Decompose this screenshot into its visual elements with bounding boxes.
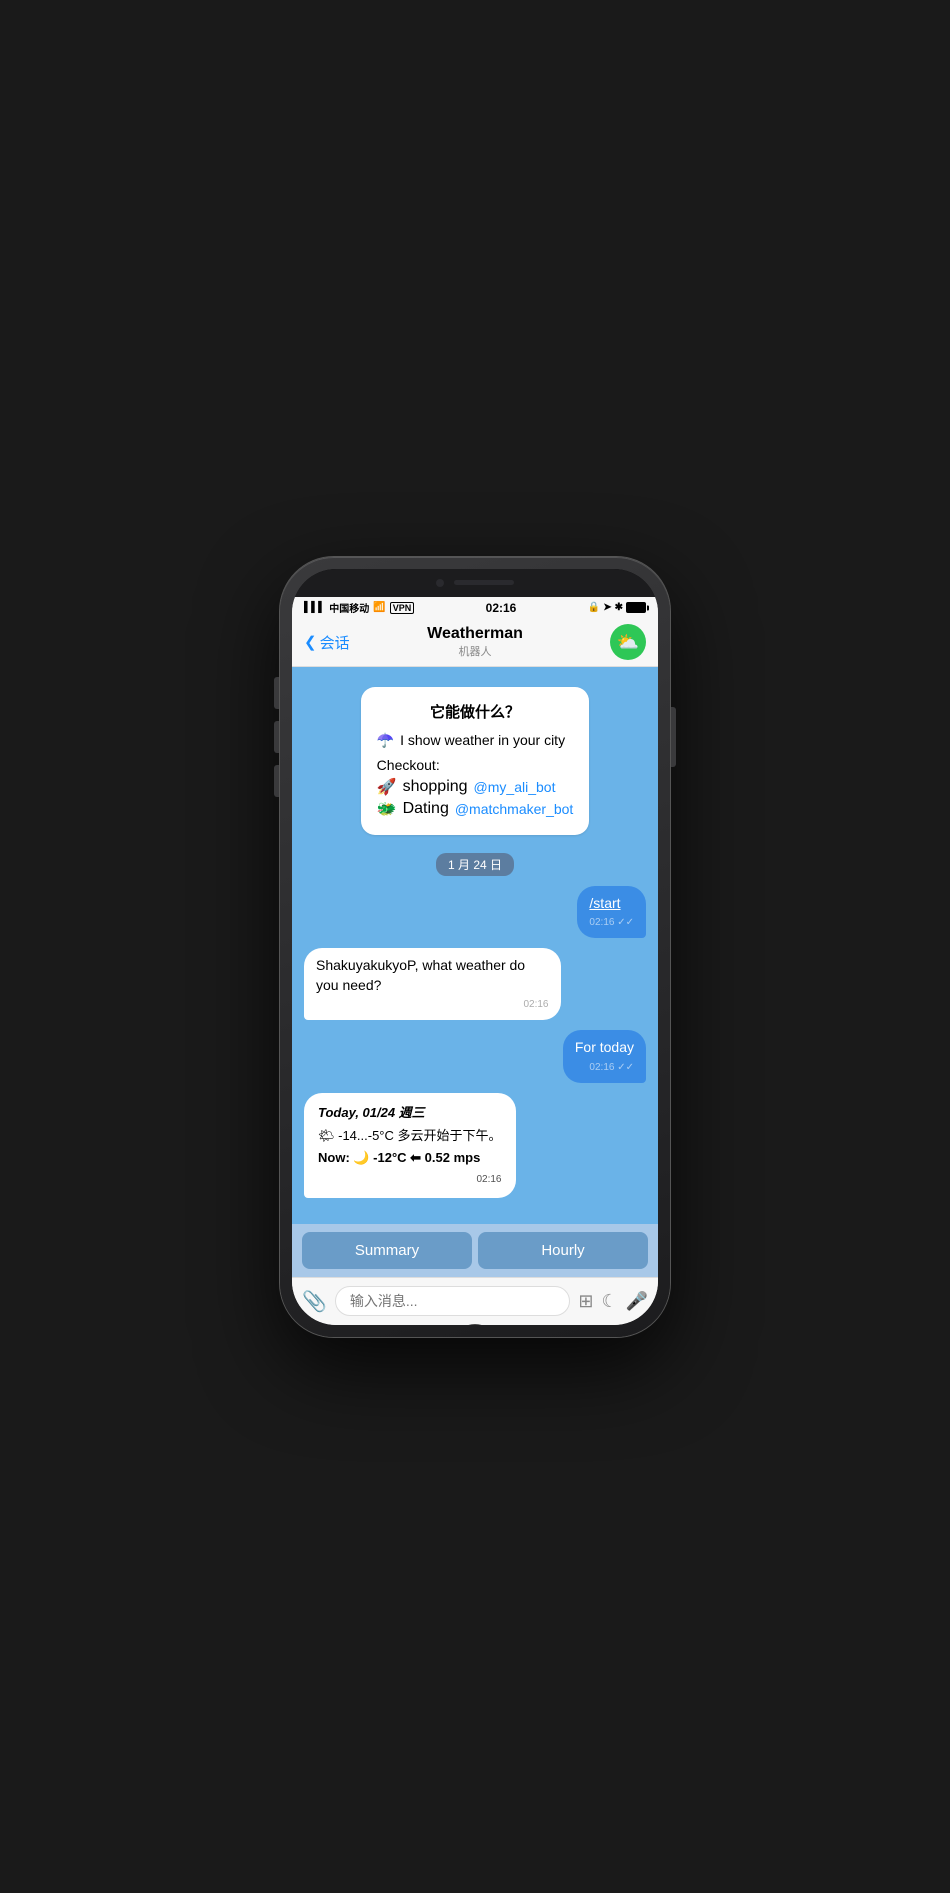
- location-icon: ➤: [603, 602, 611, 613]
- summary-button[interactable]: Summary: [302, 1232, 472, 1269]
- vpn-badge: VPN: [390, 602, 415, 614]
- phone-inner: ▌▌▌ 中国移动 📶 VPN 02:16 🔒 ➤ ✱ ❮ 会话: [292, 569, 658, 1325]
- bubble-for-today: For today 02:16 ✓✓: [563, 1030, 646, 1083]
- sticker-icon[interactable]: ⊞: [578, 1291, 593, 1312]
- action-buttons-area: Summary Hourly: [292, 1224, 658, 1277]
- ref1-text: shopping: [403, 778, 468, 796]
- message-input[interactable]: [335, 1286, 570, 1316]
- weather-question-time: 02:16: [316, 998, 549, 1012]
- dragon-emoji: 🐲: [377, 799, 397, 819]
- weather-question-text: ShakuyakukyoP, what weather do you need?: [316, 957, 525, 993]
- camera-dot: [436, 579, 444, 587]
- lock-icon: 🔒: [588, 602, 600, 613]
- bubble-start: /start 02:16 ✓✓: [577, 886, 646, 939]
- bot-avatar[interactable]: ⛅: [610, 624, 646, 660]
- nav-title: Weatherman: [427, 625, 523, 643]
- back-label: 会话: [320, 632, 350, 653]
- ref2-text: Dating: [403, 800, 449, 818]
- screen: ▌▌▌ 中国移动 📶 VPN 02:16 🔒 ➤ ✱ ❮ 会话: [292, 597, 658, 1325]
- status-right: 🔒 ➤ ✱: [588, 602, 646, 613]
- mic-icon[interactable]: 🎤: [626, 1291, 648, 1312]
- welcome-line1-text: I show weather in your city: [400, 732, 565, 748]
- carrier-name: 中国移动: [329, 600, 369, 615]
- signal-bars: ▌▌▌: [304, 602, 325, 613]
- rocket-emoji: 🚀: [377, 777, 397, 797]
- status-time: 02:16: [486, 601, 517, 615]
- nav-bar: ❮ 会话 Weatherman 机器人 ⛅: [292, 619, 658, 667]
- welcome-title: 它能做什么？: [377, 701, 574, 722]
- chat-area[interactable]: 它能做什么？ ☂️ I show weather in your city Ch…: [292, 667, 658, 1224]
- status-bar: ▌▌▌ 中国移动 📶 VPN 02:16 🔒 ➤ ✱: [292, 597, 658, 619]
- umbrella-emoji: ☂️: [377, 732, 394, 749]
- weather-time: 02:16: [318, 1172, 502, 1188]
- welcome-ref1: 🚀 shopping @my_ali_bot: [377, 777, 574, 797]
- phone-frame: ▌▌▌ 中国移动 📶 VPN 02:16 🔒 ➤ ✱ ❮ 会话: [280, 557, 670, 1337]
- welcome-ref2: 🐲 Dating @matchmaker_bot: [377, 799, 574, 819]
- attach-icon[interactable]: 📎: [302, 1289, 327, 1314]
- ref2-link[interactable]: @matchmaker_bot: [455, 801, 573, 817]
- chevron-left-icon: ❮: [304, 633, 317, 651]
- welcome-checkout-label: Checkout:: [377, 757, 574, 773]
- for-today-time: 02:16 ✓✓: [575, 1061, 634, 1075]
- emoji-icon[interactable]: ☾: [601, 1291, 617, 1312]
- weather-temp-line: 🌤 -14...-5°C 多云开始于下午。: [318, 1126, 502, 1147]
- hourly-button[interactable]: Hourly: [478, 1232, 648, 1269]
- avatar-emoji: ⛅: [617, 632, 639, 653]
- weather-date-line: Today, 01/24 週三: [318, 1103, 502, 1124]
- bubble-weather-question: ShakuyakukyoP, what weather do you need?…: [304, 948, 561, 1020]
- ref1-link[interactable]: @my_ali_bot: [474, 779, 556, 795]
- message-row-for-today: For today 02:16 ✓✓: [304, 1030, 646, 1083]
- message-row-weather-report: Today, 01/24 週三 🌤 -14...-5°C 多云开始于下午。 No…: [304, 1093, 646, 1198]
- checkmarks-today: ✓✓: [617, 1062, 634, 1073]
- back-button[interactable]: ❮ 会话: [304, 632, 350, 653]
- start-time: 02:16 ✓✓: [589, 916, 634, 930]
- start-text: /start: [589, 895, 620, 911]
- for-today-text: For today: [575, 1039, 634, 1055]
- checkmarks-start: ✓✓: [617, 917, 634, 928]
- speaker-bar: [454, 580, 514, 585]
- wifi-icon: 📶: [373, 602, 385, 613]
- phone-top-bar: [292, 569, 658, 597]
- bluetooth-icon: ✱: [615, 602, 623, 613]
- input-bar: 📎 ⊞ ☾ 🎤: [292, 1277, 658, 1325]
- message-row-weather-question: ShakuyakukyoP, what weather do you need?…: [304, 948, 646, 1020]
- message-row-start: /start 02:16 ✓✓: [304, 886, 646, 939]
- weather-report-bubble: Today, 01/24 週三 🌤 -14...-5°C 多云开始于下午。 No…: [304, 1093, 516, 1198]
- welcome-line1: ☂️ I show weather in your city: [377, 732, 574, 749]
- nav-subtitle: 机器人: [427, 643, 523, 659]
- status-left: ▌▌▌ 中国移动 📶 VPN: [304, 600, 414, 615]
- weather-now-line: Now: 🌙 -12°C ⬅ 0.52 mps: [318, 1148, 502, 1169]
- nav-title-area: Weatherman 机器人: [427, 625, 523, 659]
- battery-icon: [626, 602, 646, 613]
- welcome-bubble: 它能做什么？ ☂️ I show weather in your city Ch…: [361, 687, 590, 835]
- date-separator: 1 月 24 日: [436, 853, 514, 876]
